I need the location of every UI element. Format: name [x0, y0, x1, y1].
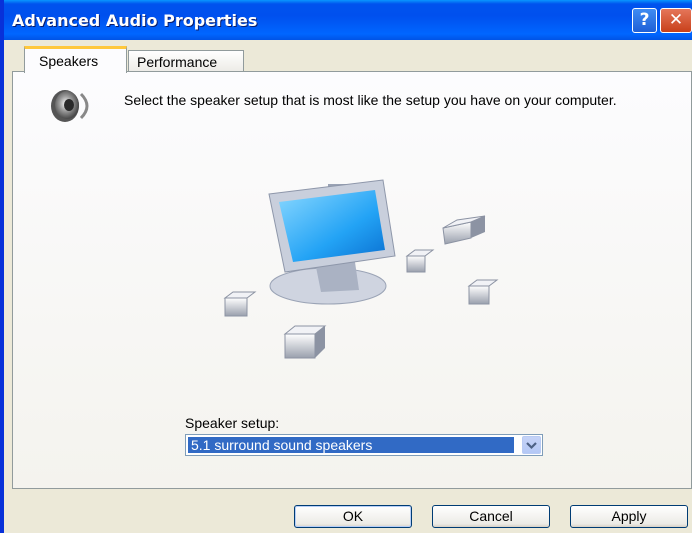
speaker-left — [223, 291, 257, 317]
close-icon: ✕ — [668, 10, 684, 30]
help-icon: ? — [639, 10, 650, 30]
dialog-window: Advanced Audio Properties ? ✕ Speakers P… — [0, 0, 692, 533]
description-text: Select the speaker setup that is most li… — [124, 92, 617, 108]
help-button[interactable]: ? — [632, 8, 657, 33]
computer-speakers-illustration — [223, 179, 499, 359]
tab-speakers[interactable]: Speakers — [24, 46, 127, 73]
title-bar[interactable]: Advanced Audio Properties ? ✕ — [4, 0, 692, 40]
chevron-down-icon — [526, 442, 537, 450]
speaker-setup-dropdown[interactable]: 5.1 surround sound speakers — [185, 434, 543, 456]
speaker-center — [405, 249, 435, 273]
close-button[interactable]: ✕ — [660, 8, 692, 33]
speaker-top-right — [442, 215, 486, 245]
dropdown-arrow-button[interactable] — [522, 436, 541, 454]
ok-button[interactable]: OK — [294, 505, 412, 528]
apply-button[interactable]: Apply — [570, 505, 688, 528]
speaker-icon — [51, 90, 89, 122]
window-title: Advanced Audio Properties — [12, 11, 258, 30]
speakers-panel: Select the speaker setup that is most li… — [12, 71, 692, 489]
speaker-subwoofer — [283, 325, 327, 359]
cancel-button[interactable]: Cancel — [432, 505, 550, 528]
speaker-setup-label: Speaker setup: — [185, 415, 280, 431]
tab-performance[interactable]: Performance — [128, 50, 244, 72]
speaker-right — [467, 279, 499, 305]
speaker-setup-value: 5.1 surround sound speakers — [188, 437, 514, 453]
